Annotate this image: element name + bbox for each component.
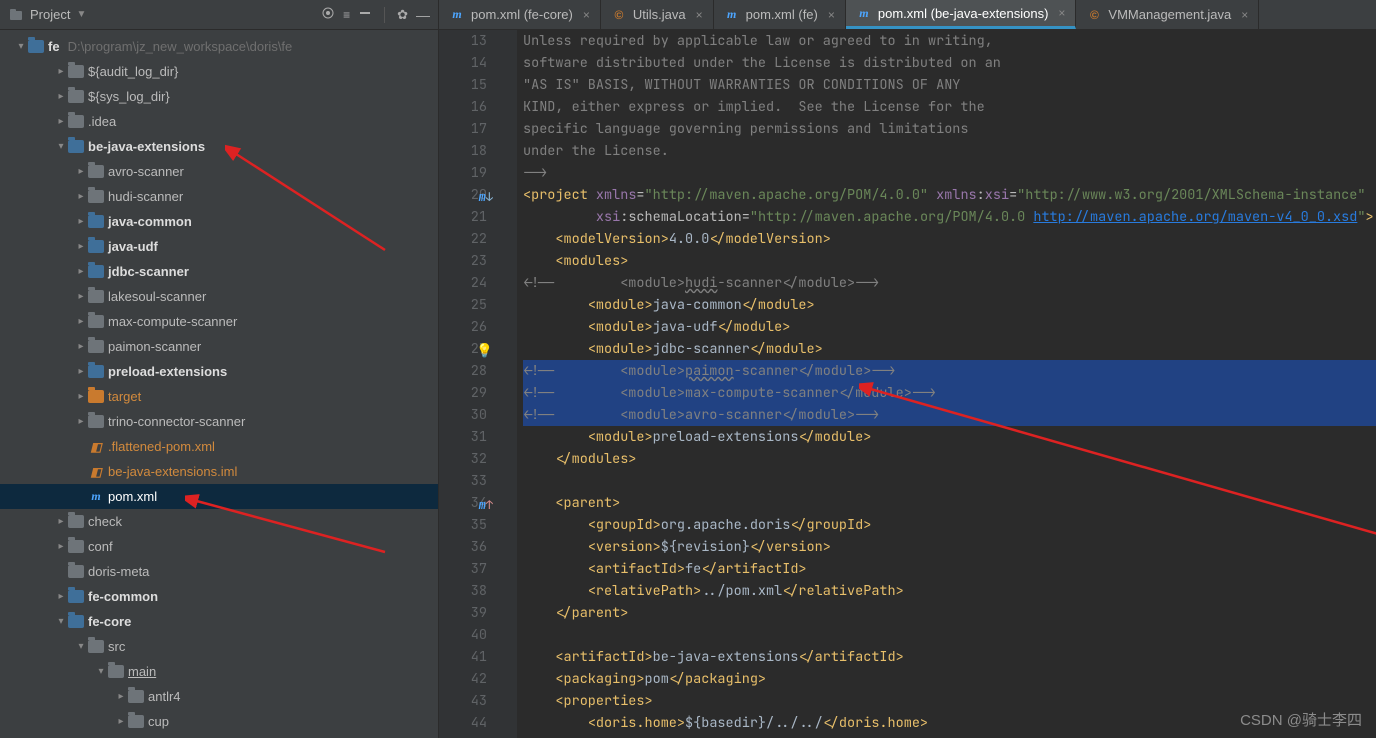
close-icon[interactable]: × <box>1058 6 1065 20</box>
tree-item[interactable]: ▸jdbc-scanner <box>0 259 438 284</box>
project-sidebar: Project ▼ ≡ ✿ — ▾feD:\program\jz_new_wor… <box>0 0 439 738</box>
editor-tabs: mpom.xml (fe-core)×©Utils.java×mpom.xml … <box>439 0 1376 30</box>
settings-icon[interactable]: ✿ <box>397 7 408 23</box>
tree-item[interactable]: ▸check <box>0 509 438 534</box>
tree-item[interactable]: ▸paimon-scanner <box>0 334 438 359</box>
maven-icon: m <box>724 7 740 23</box>
tree-item[interactable]: ▸lakesoul-scanner <box>0 284 438 309</box>
class-icon: © <box>1086 7 1102 23</box>
sidebar-header: Project ▼ ≡ ✿ — <box>0 0 438 30</box>
code-body[interactable]: Unless required by applicable law or agr… <box>517 30 1376 738</box>
tree-item[interactable]: ▾src <box>0 634 438 659</box>
tree-item[interactable]: ▸conf <box>0 534 438 559</box>
class-icon: © <box>611 7 627 23</box>
tree-item[interactable]: ▸${sys_log_dir} <box>0 84 438 109</box>
editor-tab[interactable]: mpom.xml (fe)× <box>714 0 846 29</box>
gutter: 1314151617181920m↓21222324252627💡2829303… <box>439 30 501 738</box>
dropdown-icon[interactable]: ▼ <box>76 9 86 20</box>
maven-icon: m <box>856 5 872 21</box>
tree-item[interactable]: doris-meta <box>0 559 438 584</box>
editor-area: mpom.xml (fe-core)×©Utils.java×mpom.xml … <box>439 0 1376 738</box>
select-target-icon[interactable] <box>321 6 335 23</box>
tree-item[interactable]: ▸antlr4 <box>0 684 438 709</box>
project-icon <box>8 7 24 23</box>
tree-item[interactable]: ▾fe-core <box>0 609 438 634</box>
tree-item[interactable]: ▸hudi-scanner <box>0 184 438 209</box>
collapse-icon[interactable] <box>358 6 372 23</box>
code-area[interactable]: 1314151617181920m↓21222324252627💡2829303… <box>439 30 1376 738</box>
tree-item[interactable]: ▾be-java-extensions <box>0 134 438 159</box>
watermark: CSDN @骑士李四 <box>1240 709 1362 730</box>
tree-item[interactable]: ▸.idea <box>0 109 438 134</box>
project-tree[interactable]: ▾feD:\program\jz_new_workspace\doris\fe▸… <box>0 30 438 738</box>
editor-tab[interactable]: ©VMManagement.java× <box>1076 0 1259 29</box>
tree-item[interactable]: ▸java-udf <box>0 234 438 259</box>
maven-icon: m <box>449 7 465 23</box>
close-icon[interactable]: × <box>1241 8 1248 22</box>
tree-item[interactable]: ▸avro-scanner <box>0 159 438 184</box>
tree-item[interactable]: ▸target <box>0 384 438 409</box>
tree-item[interactable]: ▸java-common <box>0 209 438 234</box>
editor-tab[interactable]: mpom.xml (fe-core)× <box>439 0 601 29</box>
tree-item[interactable]: ▸fe-common <box>0 584 438 609</box>
tree-item[interactable]: ▸cup <box>0 709 438 734</box>
close-icon[interactable]: × <box>696 8 703 22</box>
expand-all-icon[interactable]: ≡ <box>343 8 350 22</box>
tree-root[interactable]: ▾feD:\program\jz_new_workspace\doris\fe <box>0 34 438 59</box>
close-icon[interactable]: × <box>828 8 835 22</box>
close-icon[interactable]: × <box>583 8 590 22</box>
sidebar-title[interactable]: Project <box>30 7 70 22</box>
tree-item[interactable]: ◧.flattened-pom.xml <box>0 434 438 459</box>
tree-item[interactable]: ▸trino-connector-scanner <box>0 409 438 434</box>
tree-item[interactable]: ▾main <box>0 659 438 684</box>
editor-tab[interactable]: mpom.xml (be-java-extensions)× <box>846 0 1077 29</box>
tree-item[interactable]: mpom.xml <box>0 484 438 509</box>
tree-item[interactable]: ◧be-java-extensions.iml <box>0 459 438 484</box>
tree-item[interactable]: ▸max-compute-scanner <box>0 309 438 334</box>
tree-item[interactable]: ▸${audit_log_dir} <box>0 59 438 84</box>
tree-item[interactable]: ▸preload-extensions <box>0 359 438 384</box>
editor-tab[interactable]: ©Utils.java× <box>601 0 714 29</box>
fold-column[interactable] <box>501 30 517 738</box>
hide-icon[interactable]: — <box>416 7 430 23</box>
